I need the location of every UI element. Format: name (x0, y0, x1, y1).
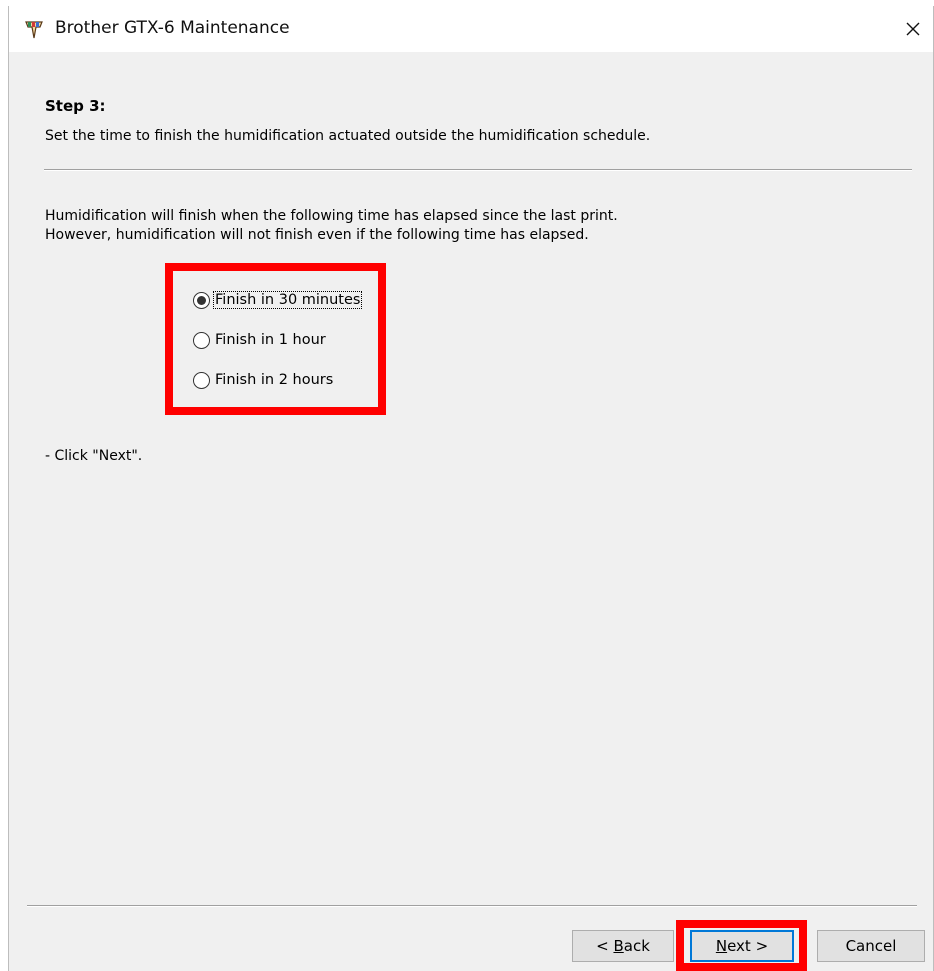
radio-label: Finish in 2 hours (215, 372, 334, 388)
window-title: Brother GTX-6 Maintenance (55, 18, 290, 38)
maintenance-dialog: Brother GTX-6 Maintenance Step 3: Set th… (8, 6, 934, 971)
radio-button[interactable] (193, 331, 210, 349)
header-separator (44, 169, 912, 171)
dialog-content: Step 3: Set the time to finish the humid… (9, 52, 933, 971)
title-bar: Brother GTX-6 Maintenance (9, 6, 933, 52)
next-rest: ext > (727, 937, 769, 955)
cancel-button[interactable]: Cancel (817, 930, 925, 962)
radio-finish-2-hours[interactable]: Finish in 2 hours (193, 369, 334, 391)
info-line-1: Humidification will finish when the foll… (45, 208, 618, 224)
back-button[interactable]: < Back (572, 930, 674, 962)
radio-label: Finish in 30 minutes (212, 291, 363, 309)
close-button[interactable] (893, 6, 933, 52)
radio-label: Finish in 1 hour (215, 332, 326, 348)
step-title: Step 3: (45, 97, 106, 115)
back-rest: ack (623, 937, 650, 955)
radio-button[interactable] (193, 371, 210, 389)
next-mnemonic: N (715, 937, 728, 955)
info-line-2: However, humidification will not finish … (45, 227, 589, 243)
hint-text: - Click "Next". (45, 448, 143, 464)
back-prefix: < (596, 937, 614, 955)
close-icon (906, 22, 920, 36)
radio-finish-1-hour[interactable]: Finish in 1 hour (193, 329, 327, 351)
footer-separator (27, 905, 917, 907)
brother-app-icon (25, 21, 43, 39)
radio-finish-30-minutes[interactable]: Finish in 30 minutes (193, 289, 363, 311)
radio-button-selected[interactable] (193, 291, 210, 309)
back-mnemonic: B (613, 937, 624, 955)
step-description: Set the time to finish the humidificatio… (45, 128, 651, 144)
next-button[interactable]: Next > (690, 930, 794, 962)
